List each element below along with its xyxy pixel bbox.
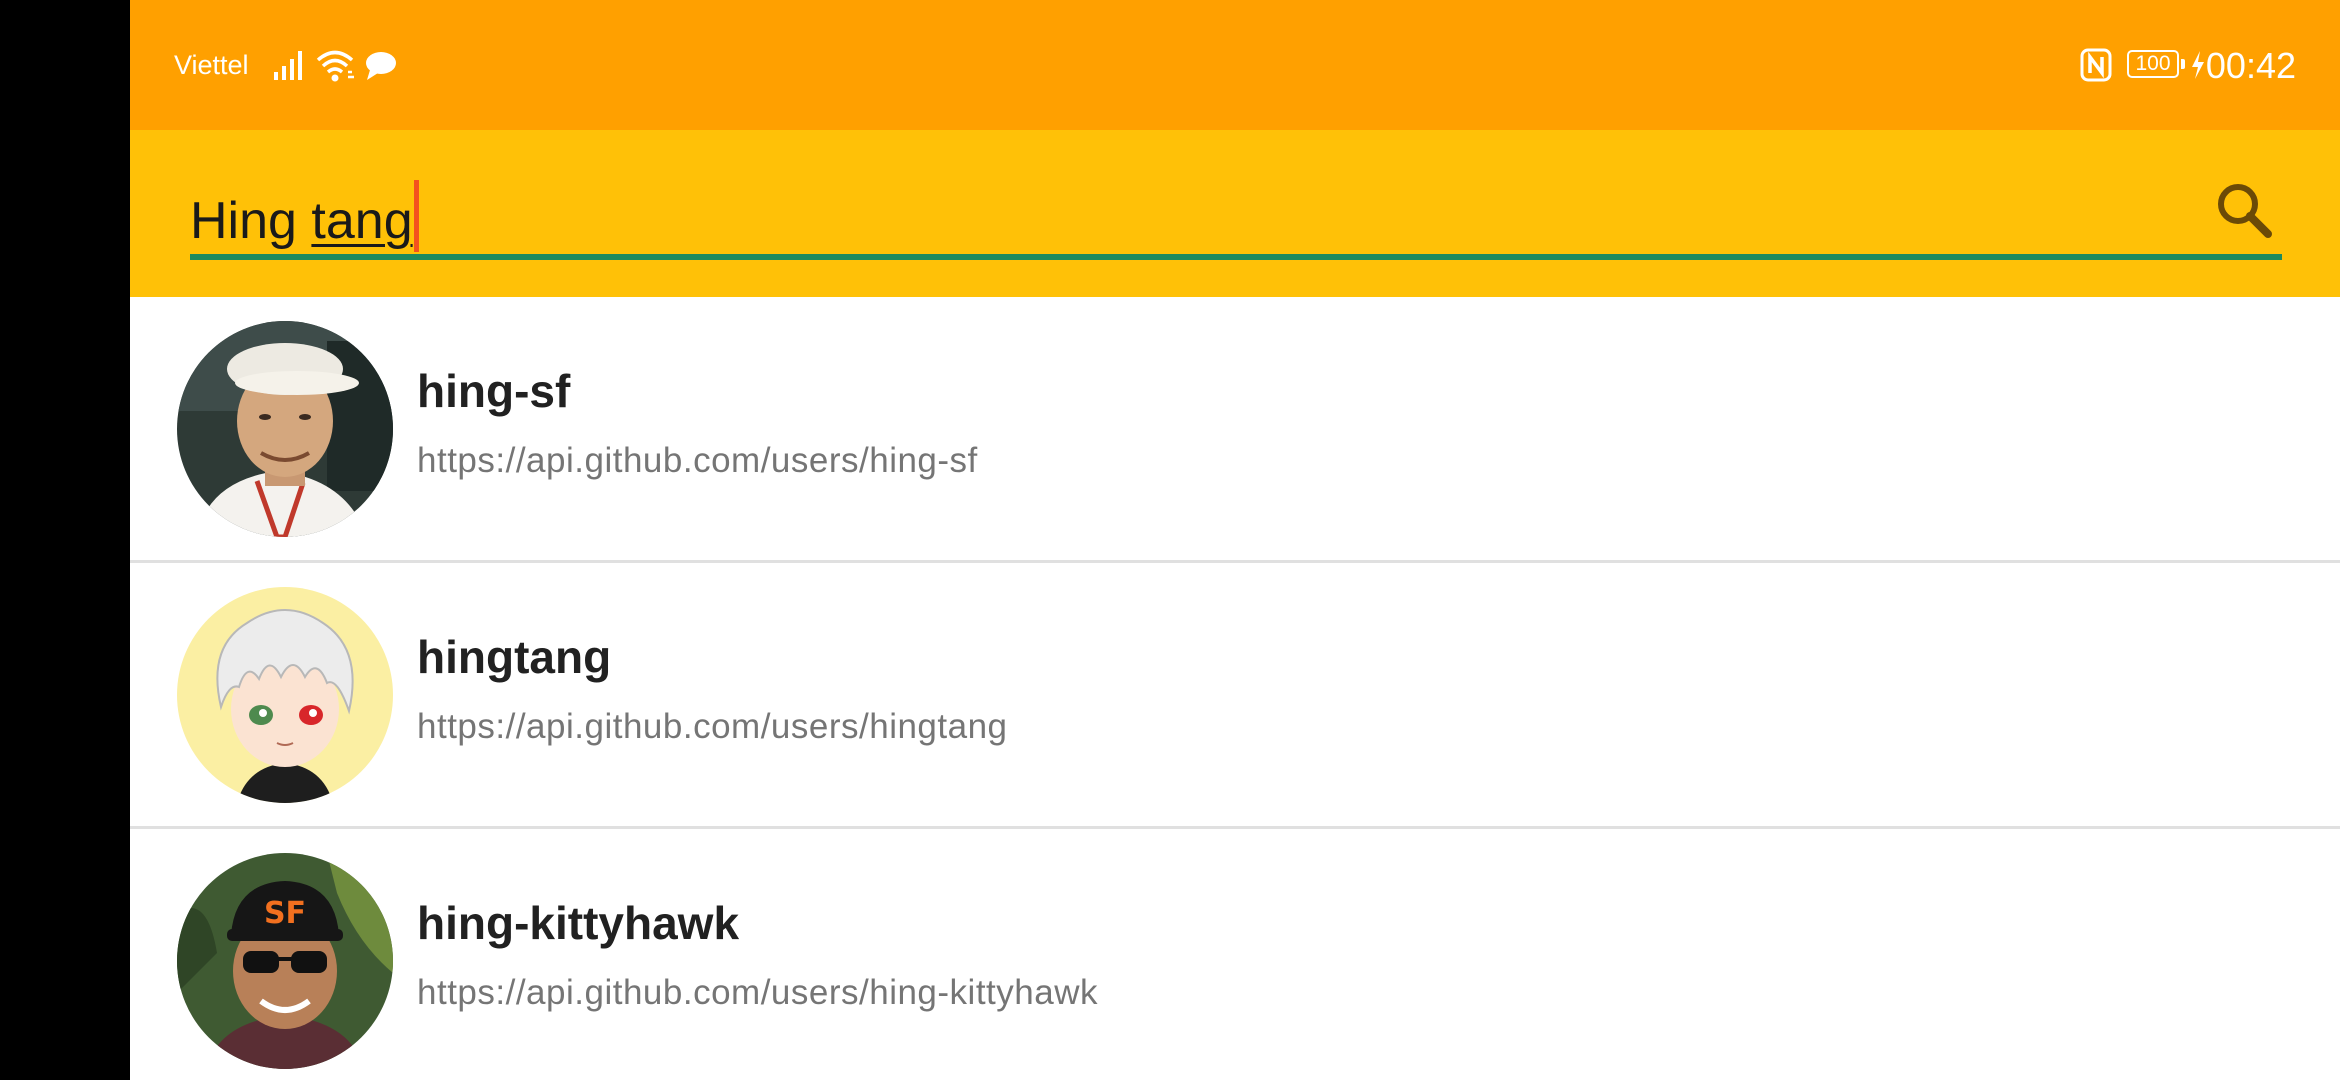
avatar: SF (177, 853, 393, 1069)
search-toolbar: Hing tang (130, 130, 2340, 297)
user-login: hingtang (417, 631, 612, 683)
user-url: https://api.github.com/users/hingtang (417, 707, 1008, 746)
signal-icon (274, 51, 302, 80)
list-item[interactable]: SF hing-kittyhawk https://api.github.com… (130, 829, 2340, 1080)
search-input[interactable]: Hing tang (190, 172, 2282, 260)
nfc-icon (2080, 48, 2112, 82)
user-login: hing-sf (417, 365, 571, 417)
search-input-underline (190, 254, 2282, 260)
wifi-icon (316, 50, 354, 82)
list-item[interactable]: hingtang https://api.github.com/users/hi… (130, 563, 2340, 829)
search-icon[interactable] (2210, 176, 2280, 246)
search-input-text[interactable]: Hing tang (190, 180, 419, 253)
avatar (177, 321, 393, 537)
svg-text:SF: SF (264, 896, 306, 931)
user-url: https://api.github.com/users/hing-kittyh… (417, 973, 1098, 1012)
user-list: hing-sf https://api.github.com/users/hin… (130, 297, 2340, 1080)
search-text-prefix: Hing (190, 192, 312, 250)
user-url: https://api.github.com/users/hing-sf (417, 441, 978, 480)
app-screen: Viettel 100 00:42 Hing tang hing-sf http… (130, 0, 2340, 1080)
battery-level: 100 (2135, 52, 2171, 75)
avatar (177, 587, 393, 803)
status-bar: Viettel 100 00:42 (130, 0, 2340, 130)
charging-icon (2192, 51, 2204, 79)
user-login: hing-kittyhawk (417, 897, 740, 949)
clock: 00:42 (2205, 45, 2296, 86)
message-icon (366, 52, 396, 80)
search-text-composing: tang (311, 192, 413, 250)
list-item[interactable]: hing-sf https://api.github.com/users/hin… (130, 297, 2340, 563)
carrier-name: Viettel (174, 50, 249, 80)
battery-icon: 100 (2127, 50, 2185, 78)
text-caret (413, 180, 419, 252)
